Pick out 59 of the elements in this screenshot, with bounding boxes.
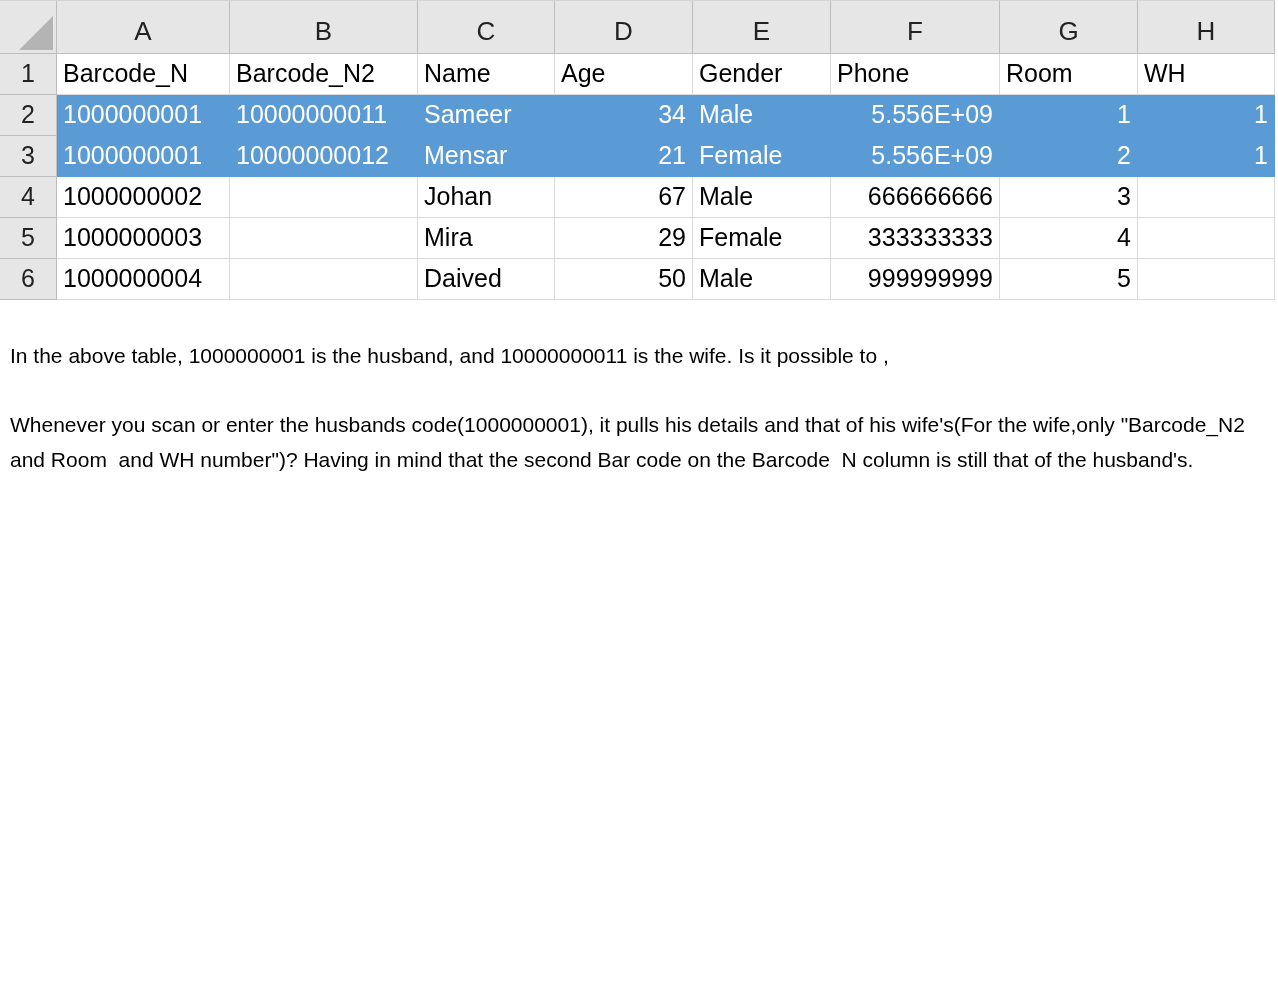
table-cell: Sameer: [418, 95, 555, 136]
table-cell: Female: [693, 218, 831, 259]
select-all-icon[interactable]: [19, 16, 53, 50]
column-header[interactable]: C: [418, 1, 555, 54]
column-header[interactable]: G: [1000, 1, 1138, 54]
row-header[interactable]: 4: [0, 177, 57, 218]
table-cell: Male: [693, 95, 831, 136]
table-cell: Age: [555, 54, 693, 95]
table-cell: 1: [1138, 136, 1275, 177]
table-cell: 4: [1000, 218, 1138, 259]
table-cell: 34: [555, 95, 693, 136]
row-header[interactable]: 3: [0, 136, 57, 177]
table-cell: Daived: [418, 259, 555, 300]
table-cell: 29: [555, 218, 693, 259]
table-cell: 666666666: [831, 177, 1000, 218]
row-header[interactable]: 6: [0, 259, 57, 300]
table-cell: 1000000003: [57, 218, 230, 259]
table-cell: Gender: [693, 54, 831, 95]
table-cell: Johan: [418, 177, 555, 218]
column-header[interactable]: F: [831, 1, 1000, 54]
column-header[interactable]: A: [57, 1, 230, 54]
table-cell: Mensar: [418, 136, 555, 177]
table-cell: Mira: [418, 218, 555, 259]
question-paragraph: In the above table, 1000000001 is the husband, and 10000000011 is the wife. Is it possible to ,: [10, 343, 890, 369]
question-paragraph: Whenever you scan or enter the husbands code(1000000001), it pulls his details and that of his wife's(For the wife,only "Barcode_N2 and Room and WH number")? Having in mind that the second Bar code on the Barcode N column is still that of the husband's.: [10, 412, 1246, 473]
table-cell: Phone: [831, 54, 1000, 95]
table-cell: Name: [418, 54, 555, 95]
table-cell: 1000000002: [57, 177, 230, 218]
table-cell: 50: [555, 259, 693, 300]
table-cell: 1000000001: [57, 95, 230, 136]
table-cell: 10000000012: [230, 136, 418, 177]
table-cell: Female: [693, 136, 831, 177]
table-cell: 5.556E+09: [831, 95, 1000, 136]
table-cell: 1000000001: [57, 136, 230, 177]
table-cell: 21: [555, 136, 693, 177]
table-cell: 999999999: [831, 259, 1000, 300]
table-cell: 1000000004: [57, 259, 230, 300]
column-header[interactable]: B: [230, 1, 418, 54]
table-cell: 5: [1000, 259, 1138, 300]
table-cell: Male: [693, 177, 831, 218]
table-cell: Barcode_N: [57, 54, 230, 95]
table-cell: 10000000011: [230, 95, 418, 136]
table-cell: 2: [1000, 136, 1138, 177]
column-header[interactable]: E: [693, 1, 831, 54]
table-cell: Male: [693, 259, 831, 300]
table-cell: Room: [1000, 54, 1138, 95]
table-cell: 3: [1000, 177, 1138, 218]
table-cell: WH: [1138, 54, 1275, 95]
table-cell: 333333333: [831, 218, 1000, 259]
table-cell: 1: [1000, 95, 1138, 136]
column-header[interactable]: D: [555, 1, 693, 54]
table-cell: 1: [1138, 95, 1275, 136]
column-header[interactable]: H: [1138, 1, 1275, 54]
table-cell: 5.556E+09: [831, 136, 1000, 177]
row-header[interactable]: 1: [0, 54, 57, 95]
row-header[interactable]: 2: [0, 95, 57, 136]
row-header[interactable]: 5: [0, 218, 57, 259]
table-cell: Barcode_N2: [230, 54, 418, 95]
table-cell: 67: [555, 177, 693, 218]
